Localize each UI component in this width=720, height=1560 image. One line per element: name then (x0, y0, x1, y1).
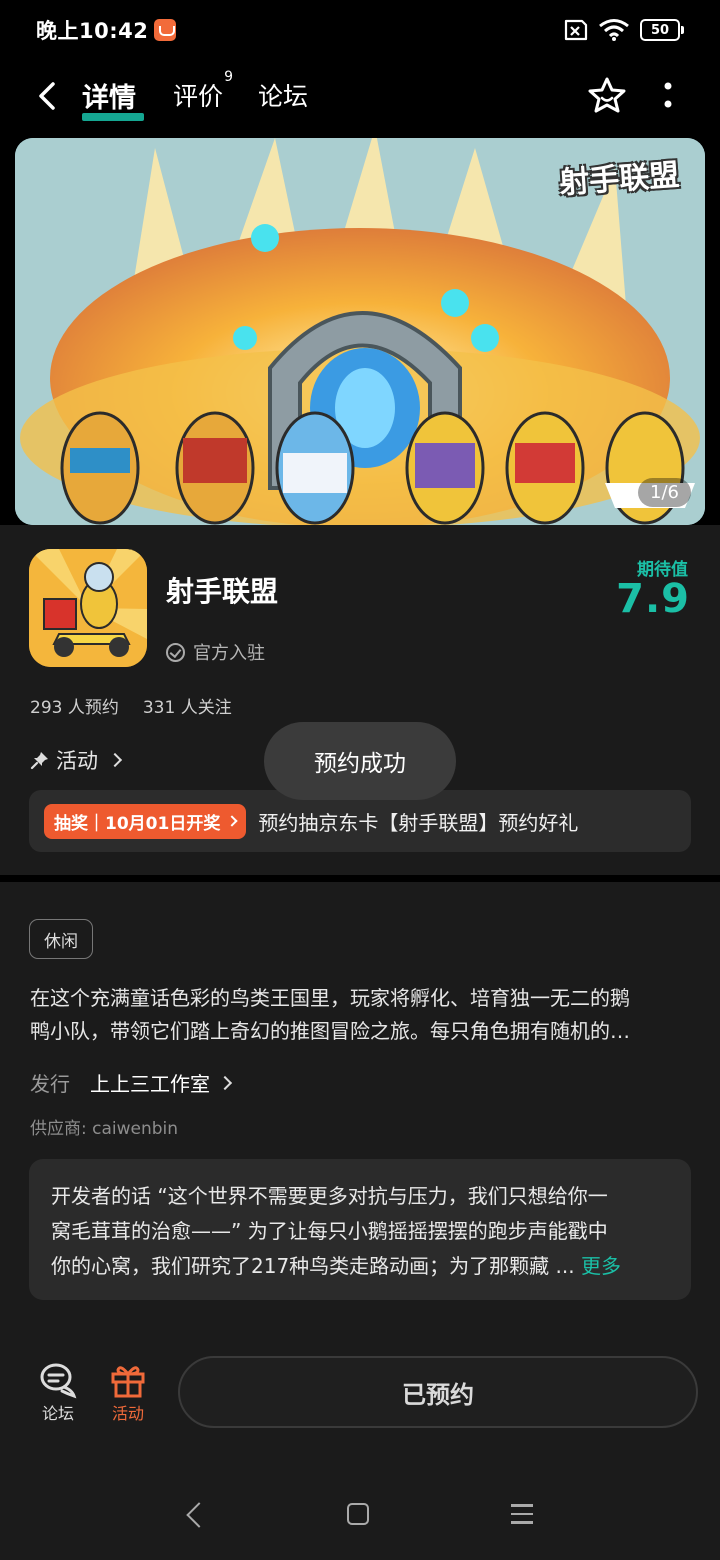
screenshot-carousel[interactable]: 射手联盟 1/6 (15, 138, 705, 525)
favorite-star-icon[interactable] (585, 74, 629, 118)
publisher-link[interactable]: 发行 上上三工作室 (30, 1068, 233, 1097)
tab-details[interactable]: 详情 (82, 76, 144, 121)
wifi-icon (599, 19, 629, 41)
official-badge: 官方入驻 (166, 639, 265, 665)
tab-forum[interactable]: 论坛 (258, 77, 308, 113)
battery-indicator: 50 (640, 19, 684, 41)
status-icons: 50 (560, 18, 684, 42)
developer-note-line: 窝毛茸茸的治愈——” 为了让每只小鹅摇摇摆摆的跑步声能戳中 (51, 1219, 608, 1243)
stats-row: 293 人预约 331 人关注 (30, 693, 232, 718)
system-recents-icon[interactable] (511, 1504, 533, 1524)
more-link[interactable]: 更多 (581, 1254, 621, 1278)
app-icon (29, 549, 147, 667)
reviews-count-badge: 9 (224, 69, 234, 85)
reserved-button[interactable]: 已预约 (178, 1356, 698, 1428)
top-nav: 详情 评价 9 论坛 (0, 60, 720, 132)
system-home-icon[interactable] (347, 1503, 369, 1525)
description-line: 鸭小队，带领它们踏上奇幻的推图冒险之旅。每只角色拥有随机的… (30, 1019, 630, 1043)
chevron-right-icon (107, 752, 123, 768)
status-time: 晚上10:42 (36, 19, 149, 43)
app-name: 射手联盟 (166, 575, 279, 608)
bottom-action-bar: 论坛 活动 已预约 (0, 1340, 720, 1450)
tab-forum-label: 论坛 (258, 82, 309, 111)
activity-button[interactable]: 活动 (100, 1360, 156, 1424)
expectation-score: 7.9 (616, 576, 690, 622)
forum-button-label: 论坛 (41, 1404, 74, 1423)
supplier-info: 供应商: caiwenbin (30, 1119, 179, 1139)
more-options-icon[interactable] (656, 78, 680, 114)
genre-tag[interactable]: 休闲 (29, 919, 93, 959)
follower-count: 331 人关注 (142, 698, 232, 718)
tab-details-label: 详情 (82, 83, 136, 114)
developer-note-line-text: 你的心窝，我们研究了217种鸟类走路动画；为了那颗藏 ... (51, 1254, 575, 1278)
gift-icon (111, 1366, 145, 1398)
publisher-label: 发行 (30, 1072, 70, 1096)
check-circle-icon (166, 642, 185, 662)
tab-reviews-label: 评价 (173, 82, 224, 111)
pin-icon (30, 752, 48, 770)
reservation-count: 293 人预约 (30, 698, 119, 718)
chevron-right-icon (226, 815, 238, 827)
activity-button-label: 活动 (111, 1404, 144, 1423)
notification-app-icon (154, 19, 177, 41)
forum-button[interactable]: 论坛 (30, 1360, 86, 1424)
section-divider (0, 875, 720, 882)
lottery-tag-label: 抽奖｜10月01日开奖 (54, 813, 221, 834)
publisher-name: 上上三工作室 (90, 1072, 210, 1096)
lottery-tag: 抽奖｜10月01日开奖 (44, 803, 247, 839)
reservation-success-toast: 预约成功 (264, 722, 456, 800)
activity-section-link[interactable]: 活动 (30, 745, 123, 775)
activity-label: 活动 (56, 749, 98, 773)
carousel-counter: 1/6 (638, 478, 691, 507)
game-description[interactable]: 在这个充满童话色彩的鸟类王国里，玩家将孵化、培育独一无二的鹅 鸭小队，带领它们踏… (30, 982, 690, 1048)
back-arrow-icon[interactable] (28, 76, 68, 116)
system-back-icon[interactable] (186, 1502, 212, 1528)
developer-note-line: 你的心窝，我们研究了217种鸟类走路动画；为了那颗藏 ... 更多 (51, 1249, 669, 1284)
description-line: 在这个充满童话色彩的鸟类王国里，玩家将孵化、培育独一无二的鹅 (30, 986, 630, 1010)
official-label: 官方入驻 (193, 643, 265, 664)
tab-reviews[interactable]: 评价 9 (173, 69, 233, 113)
tab-active-indicator (82, 113, 144, 121)
forum-chat-icon (40, 1363, 77, 1399)
developer-note[interactable]: 开发者的话 “这个世界不需要更多对抗与压力，我们只想给你一 窝毛茸茸的治愈——”… (29, 1159, 691, 1300)
developer-note-line: 开发者的话 “这个世界不需要更多对抗与压力，我们只想给你一 (51, 1184, 608, 1208)
status-bar: 晚上10:42 50 (0, 0, 720, 60)
system-navigation-bar (0, 1480, 720, 1560)
game-logo: 射手联盟 (558, 157, 681, 202)
battery-level: 50 (640, 19, 680, 41)
sim-off-icon (564, 19, 588, 41)
chevron-right-icon (217, 1075, 233, 1090)
lottery-text: 预约抽京东卡【射手联盟】预约好礼 (258, 810, 579, 835)
